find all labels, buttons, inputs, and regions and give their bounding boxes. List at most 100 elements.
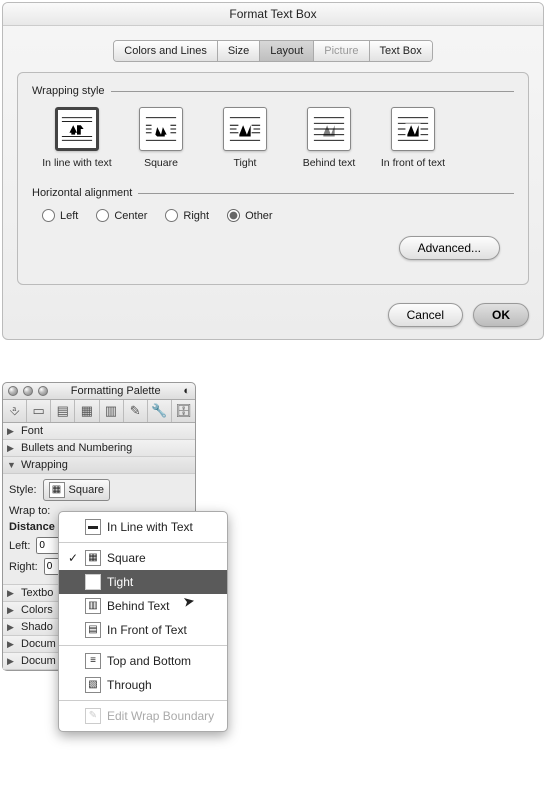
divider (138, 193, 514, 194)
square-icon: ▦ (49, 482, 65, 498)
toolbar-btn-3[interactable]: ▤ (51, 400, 75, 422)
cancel-button[interactable]: Cancel (388, 303, 463, 327)
wrap-option-infront[interactable]: In front of text (378, 107, 448, 169)
radio-label: Left (60, 210, 78, 222)
wrap-style-menu: ▬In Line with Text ✓▦Square ▩Tight ▥Behi… (58, 511, 228, 732)
radio-label: Center (114, 210, 147, 222)
infront-icon: ▤ (85, 622, 101, 638)
wrap-option-label: Behind text (294, 157, 364, 169)
tab-picture: Picture (314, 41, 369, 61)
menu-item-label: Through (107, 678, 152, 692)
minimize-icon[interactable] (23, 386, 33, 396)
radio-center[interactable]: Center (96, 209, 147, 222)
section-label: Bullets and Numbering (21, 442, 132, 454)
menu-item-inline[interactable]: ▬ In Line with Text (59, 515, 227, 539)
menu-item-behind[interactable]: ▥Behind Text (59, 594, 227, 618)
palette-toolbar: ⎀ ▭ ▤ ▦ ▥ ✎ 🔧 🗄 (3, 400, 195, 423)
wrap-option-label: In front of text (378, 157, 448, 169)
toolbar-btn-4[interactable]: ▦ (75, 400, 99, 422)
tab-size[interactable]: Size (218, 41, 260, 61)
square-icon (139, 107, 183, 151)
toolbar-btn-7[interactable]: 🔧 (148, 400, 172, 422)
wrapping-style-section: Wrapping style (32, 85, 514, 97)
section-font[interactable]: ▶Font (3, 423, 195, 440)
tab-layout[interactable]: Layout (260, 41, 314, 61)
menu-item-label: Edit Wrap Boundary (107, 709, 214, 723)
menu-item-label: In Front of Text (107, 623, 187, 637)
menu-item-through[interactable]: ▧ Through (59, 673, 227, 697)
advanced-button[interactable]: Advanced... (399, 236, 500, 260)
radio-right[interactable]: Right (165, 209, 209, 222)
menu-item-tight[interactable]: ▩ Tight (59, 570, 227, 594)
menu-item-square[interactable]: ✓▦Square (59, 546, 227, 570)
menu-item-label: Behind Text (107, 599, 170, 613)
cursor-icon: ➤ (182, 592, 197, 611)
wrap-option-label: Tight (210, 157, 280, 169)
left-label: Left: (9, 540, 30, 552)
toolbar-btn-8[interactable]: 🗄 (172, 400, 195, 422)
palette-titlebar[interactable]: Formatting Palette ◐ (3, 383, 195, 400)
inline-icon (55, 107, 99, 151)
wrapping-options: In line with text Square Tight Behind te… (42, 107, 514, 169)
wrap-option-behind[interactable]: Behind text (294, 107, 364, 169)
section-label: Docum (21, 638, 56, 650)
radio-other[interactable]: Other (227, 209, 273, 222)
tab-colors-and-lines[interactable]: Colors and Lines (114, 41, 218, 61)
menu-separator (59, 645, 227, 646)
layout-group: Wrapping style In line with text Square (17, 72, 529, 285)
menu-separator (59, 700, 227, 701)
menu-item-edit-wrap: ✎ Edit Wrap Boundary (59, 704, 227, 728)
palette-title: Formatting Palette (53, 385, 178, 397)
toolbar-btn-1[interactable]: ⎀ (3, 400, 27, 422)
through-icon: ▧ (85, 677, 101, 693)
menu-item-label: Square (107, 551, 146, 565)
tight-icon: ▩ (85, 574, 101, 590)
radio-label: Other (245, 210, 273, 222)
toolbar-btn-6[interactable]: ✎ (124, 400, 148, 422)
section-label: Colors (21, 604, 53, 616)
menu-item-label: In Line with Text (107, 520, 193, 534)
infront-icon (391, 107, 435, 151)
style-value: Square (69, 484, 104, 496)
radio-left[interactable]: Left (42, 209, 78, 222)
divider (111, 91, 514, 92)
distance-label: Distance (9, 521, 55, 533)
topbottom-icon: ≡ (85, 653, 101, 669)
wrap-to-label: Wrap to: (9, 505, 50, 517)
zoom-icon[interactable] (38, 386, 48, 396)
section-bullets[interactable]: ▶Bullets and Numbering (3, 440, 195, 457)
toolbar-btn-5[interactable]: ▥ (100, 400, 124, 422)
menu-item-label: Tight (107, 575, 133, 589)
section-label: Shado (21, 621, 53, 633)
horizontal-alignment-section: Horizontal alignment (32, 187, 514, 199)
horizontal-alignment-label: Horizontal alignment (32, 187, 132, 199)
section-wrapping[interactable]: ▼Wrapping (3, 457, 195, 474)
wrap-option-inline[interactable]: In line with text (42, 107, 112, 169)
menu-item-label: Top and Bottom (107, 654, 191, 668)
tab-bar: Colors and Lines Size Layout Picture Tex… (3, 40, 543, 62)
toolbar-btn-2[interactable]: ▭ (27, 400, 51, 422)
menu-item-topbottom[interactable]: ≡ Top and Bottom (59, 649, 227, 673)
tight-icon (223, 107, 267, 151)
toggle-icon[interactable]: ◐ (183, 385, 190, 397)
tab-text-box[interactable]: Text Box (370, 41, 432, 61)
radio-label: Right (183, 210, 209, 222)
wrap-option-label: Square (126, 157, 196, 169)
wrap-option-tight[interactable]: Tight (210, 107, 280, 169)
section-label: Docum (21, 655, 56, 667)
menu-item-infront[interactable]: ▤ In Front of Text (59, 618, 227, 642)
style-dropdown[interactable]: ▦ Square (43, 479, 110, 501)
dialog-title: Format Text Box (3, 3, 543, 26)
section-label: Textbo (21, 587, 53, 599)
inline-icon: ▬ (85, 519, 101, 535)
edit-wrap-icon: ✎ (85, 708, 101, 724)
formatting-palette: Formatting Palette ◐ ⎀ ▭ ▤ ▦ ▥ ✎ 🔧 🗄 ▶Fo… (2, 382, 196, 671)
format-text-box-dialog: Format Text Box Colors and Lines Size La… (2, 2, 544, 340)
close-icon[interactable] (8, 386, 18, 396)
ok-button[interactable]: OK (473, 303, 529, 327)
horizontal-alignment-group: Left Center Right Other (42, 209, 514, 222)
wrapping-style-label: Wrapping style (32, 85, 105, 97)
menu-separator (59, 542, 227, 543)
wrap-option-square[interactable]: Square (126, 107, 196, 169)
square-icon: ▦ (85, 550, 101, 566)
